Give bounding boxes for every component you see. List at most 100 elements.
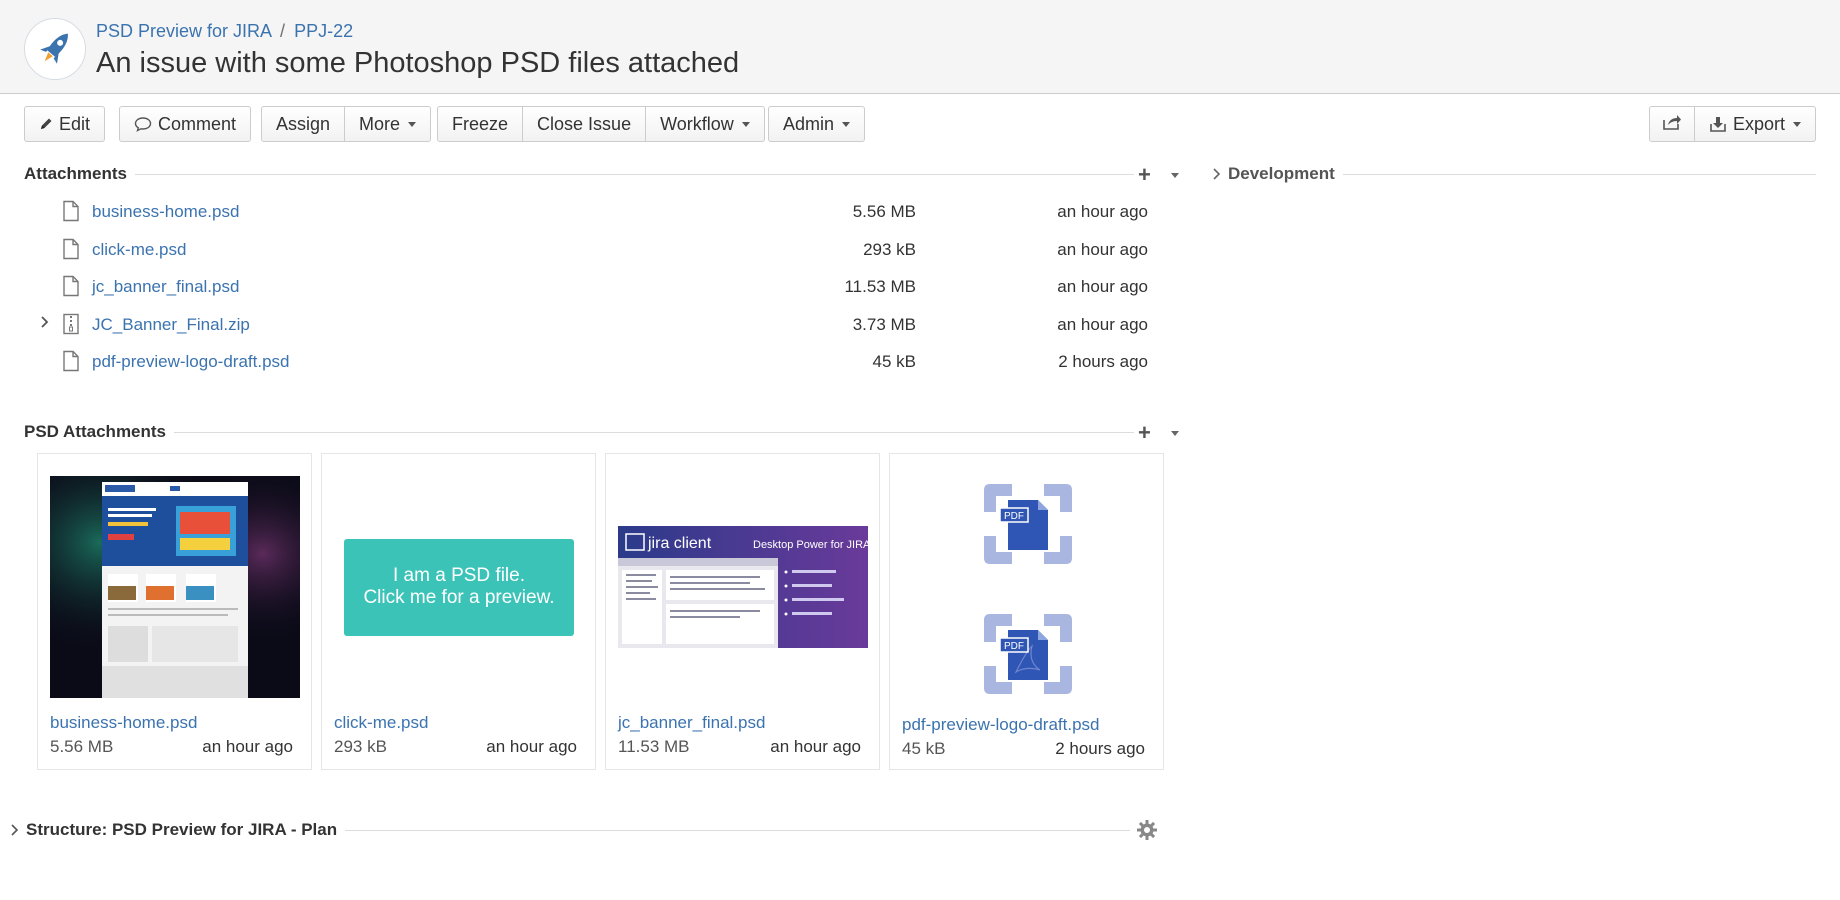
gear-icon[interactable]	[1136, 819, 1158, 841]
breadcrumb: PSD Preview for JIRA / PPJ-22	[96, 21, 353, 42]
attachment-link[interactable]: business-home.psd	[92, 202, 239, 222]
attachment-link[interactable]: click-me.psd	[92, 240, 186, 260]
breadcrumb-project-link[interactable]: PSD Preview for JIRA	[96, 21, 272, 41]
attachment-size: 11.53 MB	[844, 277, 916, 296]
comment-button[interactable]: Comment	[119, 106, 252, 142]
psd-card[interactable]: PDF PDF pdf-preview-logo-draft.psd 45 kB…	[889, 453, 1164, 770]
website-mockup-thumbnail	[50, 476, 300, 698]
development-heading: Development	[1212, 162, 1816, 186]
chevron-down-icon	[741, 121, 750, 127]
psd-thumbnail[interactable]: PDF PDF	[902, 478, 1152, 700]
chevron-down-icon	[1793, 121, 1801, 127]
structure-heading: Structure: PSD Preview for JIRA - Plan	[10, 818, 1158, 842]
chevron-right-icon[interactable]	[40, 315, 50, 334]
assign-label: Assign	[276, 113, 331, 134]
psd-card-name[interactable]: jc_banner_final.psd	[618, 713, 765, 733]
list-item: click-me.psd 293 kB an hour ago	[36, 236, 1148, 274]
psd-card-name[interactable]: click-me.psd	[334, 713, 428, 733]
psd-thumbnail[interactable]: jira client Desktop Power for JIRA	[618, 476, 868, 698]
psd-attachments-title[interactable]: PSD Attachments	[24, 422, 166, 442]
psd-attachments-tools: +	[1138, 422, 1179, 444]
more-button[interactable]: More	[345, 106, 432, 142]
workflow-group: Freeze Close Issue Workflow	[437, 106, 765, 142]
psd-card-size: 5.56 MB	[50, 737, 114, 756]
file-icon	[62, 200, 80, 227]
attachment-date: an hour ago	[1057, 202, 1148, 221]
pdf-label: PDF	[1004, 641, 1024, 652]
download-icon	[1709, 115, 1727, 133]
attachment-size: 3.73 MB	[852, 314, 916, 334]
structure-title[interactable]: Structure: PSD Preview for JIRA - Plan	[26, 820, 337, 840]
add-psd-icon[interactable]: +	[1138, 422, 1151, 444]
attachments-tools: +	[1138, 164, 1179, 186]
pdf-logo-thumbnail: PDF PDF	[984, 484, 1072, 694]
chevron-right-icon[interactable]	[1212, 167, 1222, 181]
assign-more-group: Assign More	[261, 106, 432, 142]
psd-attachments-heading: PSD Attachments	[24, 420, 1134, 444]
edit-group: Edit	[24, 106, 106, 142]
attachments-title[interactable]: Attachments	[24, 164, 127, 184]
freeze-label: Freeze	[452, 113, 509, 134]
share-icon	[1662, 113, 1682, 136]
heading-divider	[174, 431, 1134, 433]
breadcrumb-separator: /	[280, 21, 286, 41]
admin-group: Admin	[768, 106, 866, 142]
list-item: pdf-preview-logo-draft.psd 45 kB 2 hours…	[36, 348, 1148, 386]
development-title[interactable]: Development	[1228, 164, 1335, 184]
psd-card-date: an hour ago	[486, 737, 577, 756]
psd-card[interactable]: business-home.psd 5.56 MB an hour ago	[37, 453, 312, 770]
options-chevron-down-icon[interactable]	[1170, 430, 1179, 436]
zip-file-icon	[62, 313, 80, 340]
attachment-link[interactable]: jc_banner_final.psd	[92, 277, 239, 297]
file-icon	[62, 238, 80, 265]
admin-button[interactable]: Admin	[768, 106, 866, 142]
attachment-size: 293 kB	[863, 239, 916, 259]
heading-divider	[134, 173, 1134, 175]
chevron-down-icon	[408, 121, 417, 127]
options-chevron-down-icon[interactable]	[1170, 172, 1179, 178]
psd-card-name[interactable]: pdf-preview-logo-draft.psd	[902, 715, 1099, 735]
close-issue-button[interactable]: Close Issue	[523, 106, 647, 142]
chevron-right-icon[interactable]	[10, 823, 20, 837]
chevron-down-icon	[842, 121, 851, 127]
click-me-preview[interactable]: I am a PSD file. Click me for a preview.	[344, 538, 574, 636]
edit-button[interactable]: Edit	[24, 106, 106, 142]
psd-card[interactable]: jira client Desktop Power for JIRA jc_ba…	[605, 453, 880, 770]
breadcrumb-issue-link[interactable]: PPJ-22	[294, 21, 353, 41]
psd-card-date: an hour ago	[770, 737, 861, 756]
psd-card-size: 293 kB	[334, 737, 387, 756]
issue-toolbar: Edit Comment Assign More Freeze Close Is…	[24, 106, 1816, 144]
workflow-button[interactable]: Workflow	[646, 106, 765, 142]
psd-card-size: 45 kB	[902, 739, 946, 758]
project-avatar[interactable]	[24, 18, 86, 80]
heading-divider	[1342, 173, 1816, 175]
comment-label: Comment	[158, 113, 237, 134]
pencil-icon	[39, 117, 53, 131]
preview-text-line1: I am a PSD file.	[393, 565, 525, 586]
edit-label: Edit	[59, 113, 91, 134]
rocket-icon	[25, 19, 85, 79]
add-attachment-icon[interactable]: +	[1138, 164, 1151, 186]
workflow-label: Workflow	[660, 113, 734, 134]
attachment-date: an hour ago	[1057, 239, 1148, 259]
psd-thumbnail[interactable]	[50, 476, 300, 698]
psd-card[interactable]: I am a PSD file. Click me for a preview.…	[321, 453, 596, 770]
jira-client-banner-thumbnail: jira client Desktop Power for JIRA	[618, 526, 868, 648]
export-button[interactable]: Export	[1694, 106, 1816, 142]
attachment-size: 5.56 MB	[852, 202, 916, 221]
banner-title: jira client	[647, 535, 712, 552]
more-label: More	[359, 113, 401, 134]
export-label: Export	[1732, 113, 1785, 134]
psd-card-name[interactable]: business-home.psd	[50, 713, 197, 733]
freeze-button[interactable]: Freeze	[437, 106, 524, 142]
attachment-date: an hour ago	[1057, 277, 1148, 296]
assign-button[interactable]: Assign	[261, 106, 346, 142]
attachment-link[interactable]: pdf-preview-logo-draft.psd	[92, 352, 289, 372]
share-button[interactable]	[1648, 106, 1695, 142]
list-item: business-home.psd 5.56 MB an hour ago	[36, 198, 1148, 236]
attachment-size: 45 kB	[872, 352, 916, 371]
attachment-date: an hour ago	[1057, 314, 1148, 334]
psd-card-date: an hour ago	[202, 737, 293, 756]
attachment-link[interactable]: JC_Banner_Final.zip	[92, 315, 250, 335]
psd-thumbnail[interactable]: I am a PSD file. Click me for a preview.	[334, 476, 584, 698]
